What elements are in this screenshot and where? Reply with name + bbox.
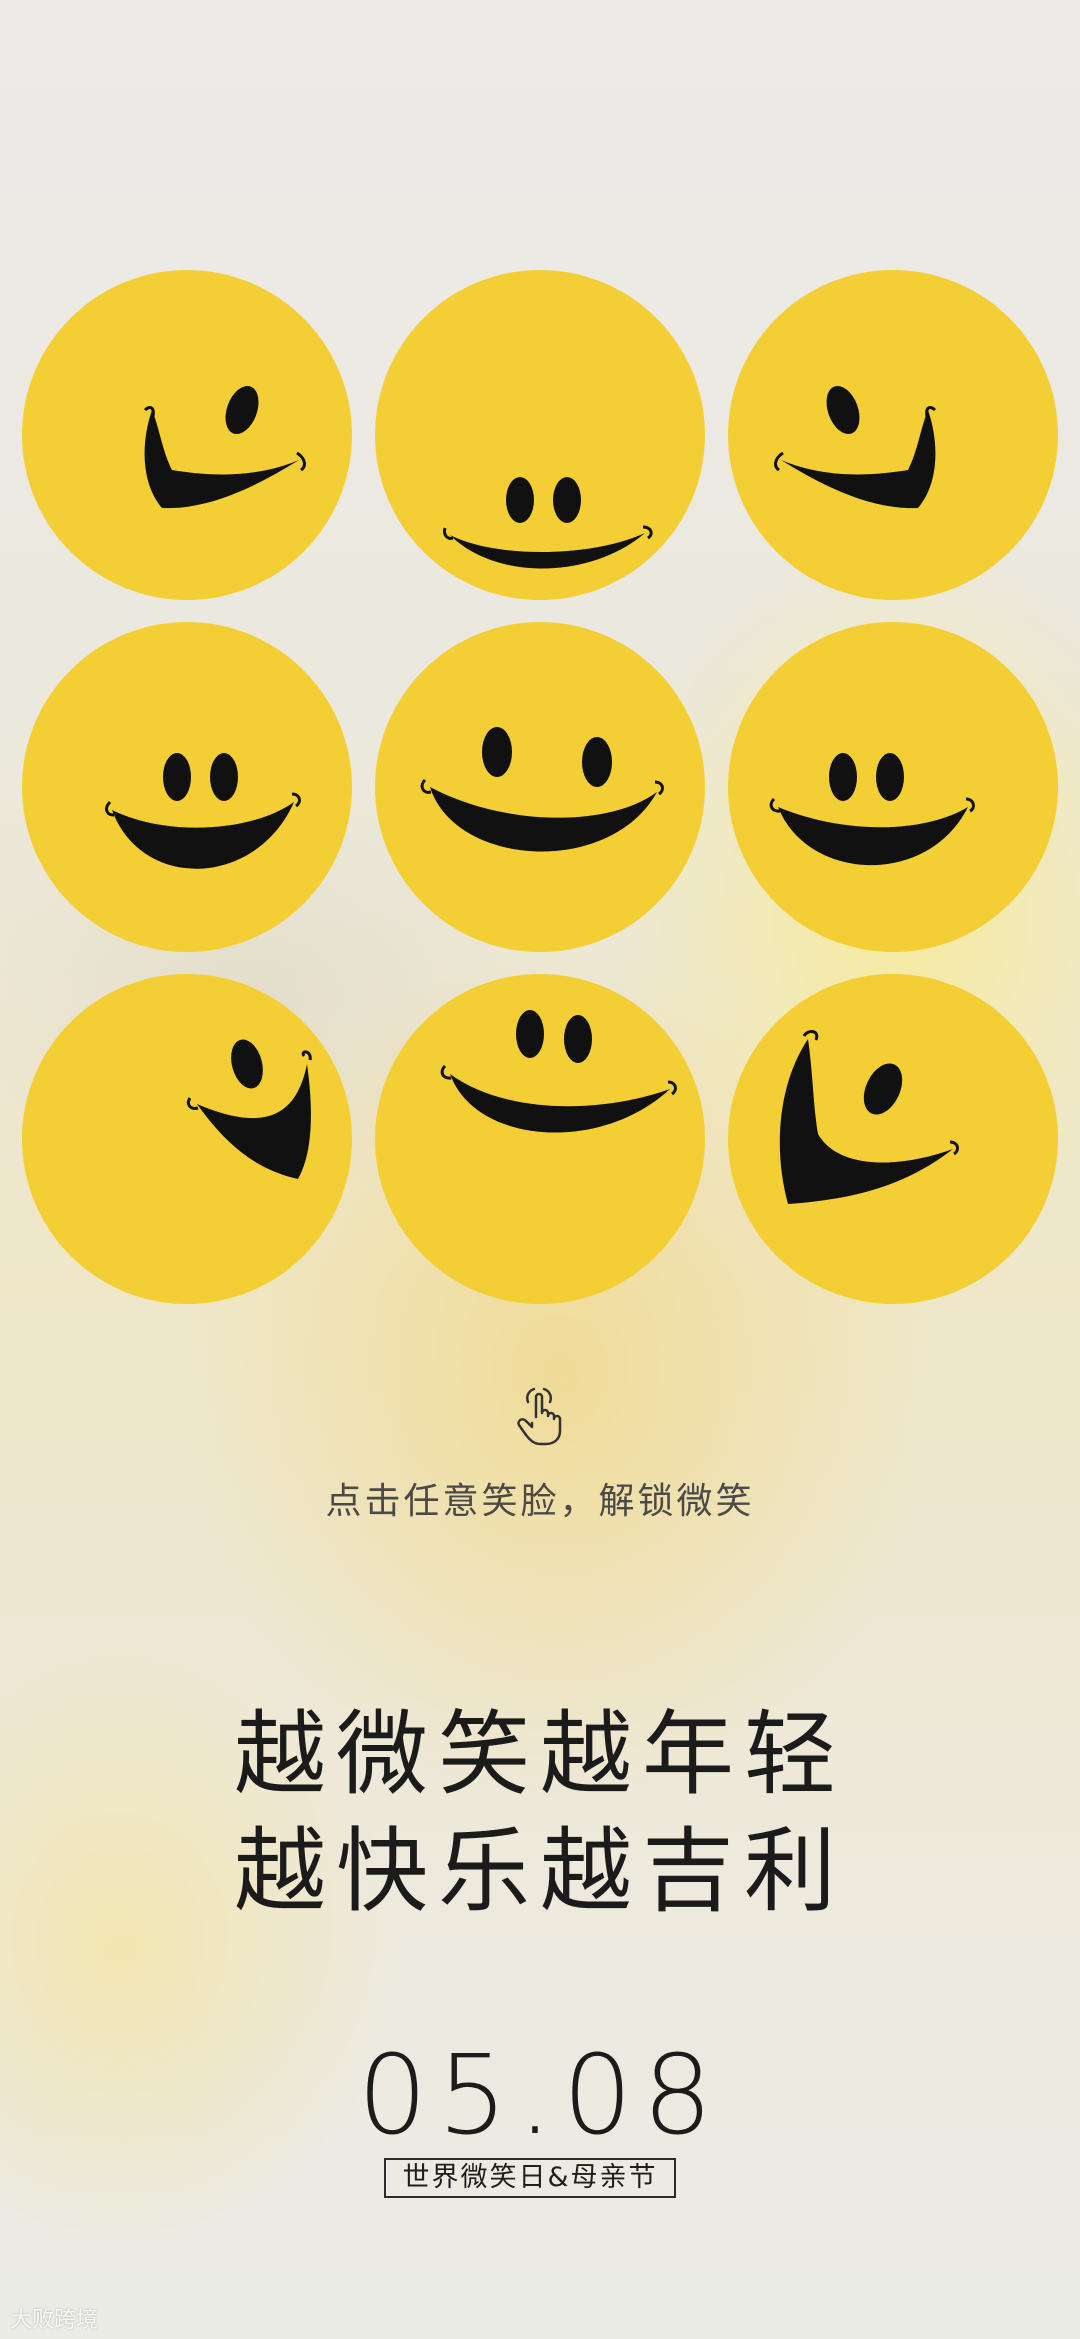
smiley-face-icon — [375, 974, 705, 1304]
date-text: 05.08 — [357, 2031, 723, 2159]
smiley-face-2[interactable] — [375, 270, 705, 600]
smiley-face-6[interactable] — [728, 622, 1058, 952]
watermark: 大败跨境 — [10, 2308, 99, 2333]
slogan-line-2: 越快乐越吉利 — [233, 1818, 846, 1925]
smiley-face-9[interactable] — [728, 974, 1058, 1304]
smiley-grid — [22, 270, 1058, 1304]
smiley-face-5[interactable] — [375, 622, 705, 952]
smiley-face-4[interactable] — [22, 622, 352, 952]
event-badge: 世界微笑日&母亲节 — [384, 2158, 676, 2198]
smiley-face-icon — [375, 270, 705, 600]
smiley-face-icon — [728, 622, 1058, 952]
smiley-face-8[interactable] — [375, 974, 705, 1304]
unlock-hint-text: 点击任意笑脸，解锁微笑 — [325, 1481, 755, 1522]
smiley-face-icon — [22, 270, 352, 600]
smiley-face-3[interactable] — [728, 270, 1058, 600]
smiley-face-icon — [375, 622, 705, 952]
tap-hand-icon[interactable] — [510, 1383, 570, 1447]
smiley-face-icon — [728, 270, 1058, 600]
smiley-face-icon — [22, 974, 352, 1304]
smiley-face-1[interactable] — [22, 270, 352, 600]
smiley-face-7[interactable] — [22, 974, 352, 1304]
smiley-face-icon — [728, 974, 1058, 1304]
smiley-face-icon — [22, 622, 352, 952]
slogan-line-1: 越微笑越年轻 — [233, 1701, 846, 1808]
